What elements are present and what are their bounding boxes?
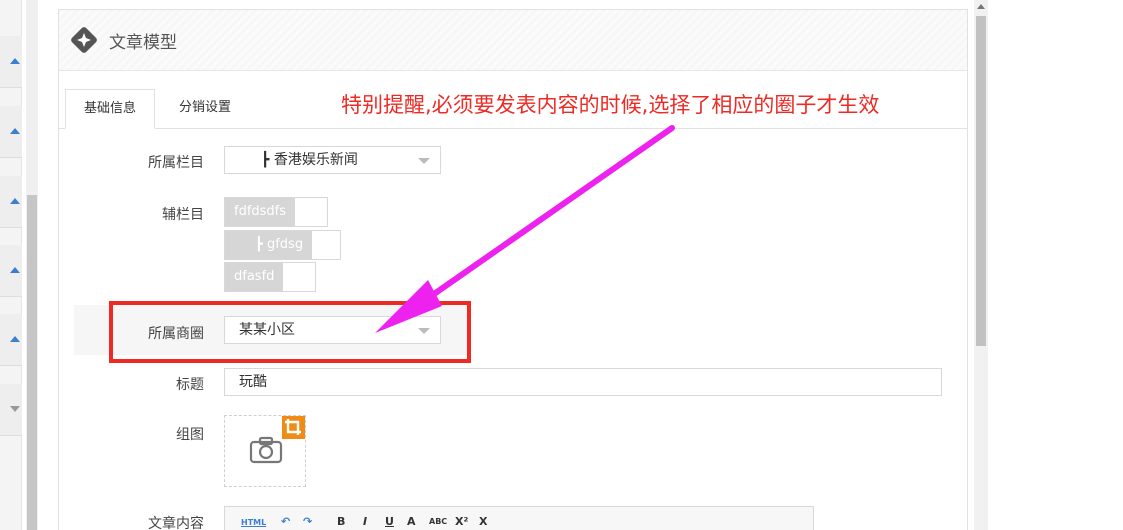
annotation-arrow (375, 125, 675, 333)
screen: 文章模型 基础信息 分销设置 特别提醒,必须要发表内容的时候,选择了相应的圈子才… (0, 0, 1123, 530)
